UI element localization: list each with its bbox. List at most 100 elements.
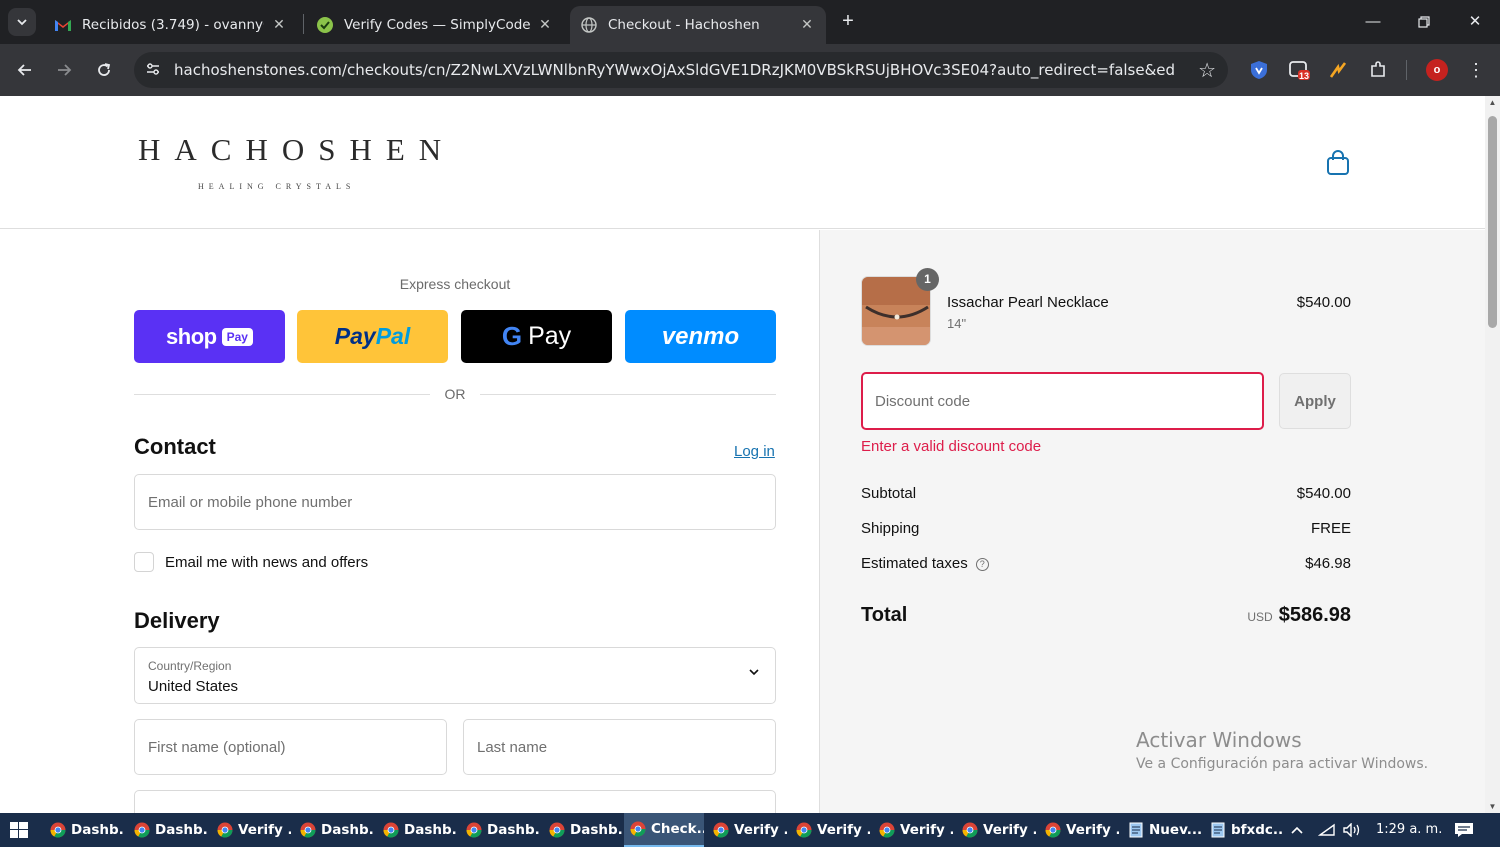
address-bar[interactable]: hachoshenstones.com/checkouts/cn/Z2NwLXV…: [134, 52, 1228, 88]
taskbar-item[interactable]: Dashb...: [460, 813, 540, 847]
taxes-value: $46.98: [1305, 555, 1351, 572]
site-header: HACHOSHEN HEALING CRYSTALS: [0, 96, 1485, 229]
or-divider: OR: [134, 385, 776, 405]
puzzle-extensions-icon[interactable]: [1366, 58, 1390, 82]
shield-extension-icon[interactable]: [1247, 58, 1271, 82]
taskbar-item-label: Nuev...: [1149, 822, 1202, 838]
first-name-field[interactable]: First name (optional): [134, 719, 447, 775]
total-label: Total: [861, 604, 908, 626]
paypal-button[interactable]: PayPal: [297, 310, 448, 363]
country-value: United States: [148, 678, 239, 695]
watermark-title: Activar Windows: [1136, 728, 1302, 752]
email-placeholder: Email or mobile phone number: [148, 494, 353, 511]
chrome-icon: [1045, 822, 1061, 838]
total-value: $586.98: [1278, 604, 1351, 626]
taskbar-item[interactable]: Dashb...: [294, 813, 374, 847]
new-tab-button[interactable]: +: [836, 10, 860, 34]
taskbar-item[interactable]: bfxdc...: [1204, 813, 1284, 847]
taskbar-item[interactable]: Verify ...: [790, 813, 870, 847]
close-icon[interactable]: ✕: [536, 17, 554, 33]
tab-search-button[interactable]: [8, 8, 36, 36]
reload-button[interactable]: [90, 56, 118, 84]
clock[interactable]: 1:29 a. m.: [1376, 813, 1442, 847]
taskbar-item-label: Dashb...: [71, 822, 124, 838]
shop-pay-logo: shop: [166, 323, 217, 349]
taskbar-item-label: Verify ...: [238, 822, 291, 838]
shipping-row: Shipping FREE: [861, 520, 1351, 537]
discount-placeholder: Discount code: [875, 393, 971, 410]
taskbar-item[interactable]: Dashb...: [44, 813, 124, 847]
checkout-page: HACHOSHEN HEALING CRYSTALS Express check…: [0, 96, 1485, 813]
scroll-down-arrow[interactable]: ▼: [1488, 802, 1497, 811]
shop-pay-button[interactable]: shop Pay: [134, 310, 285, 363]
extension-badge-icon[interactable]: 13: [1287, 58, 1311, 82]
taskbar-item[interactable]: Dashb...: [377, 813, 457, 847]
notifications-icon[interactable]: [1454, 813, 1474, 847]
volume-icon[interactable]: [1342, 813, 1362, 847]
country-select[interactable]: Country/Region United States: [134, 647, 776, 704]
question-help-icon[interactable]: ?: [975, 558, 989, 571]
close-icon[interactable]: ✕: [798, 17, 816, 33]
taskbar-item-label: Verify ...: [734, 822, 787, 838]
taskbar-item[interactable]: Verify ...: [1039, 813, 1119, 847]
tray-overflow-icon[interactable]: [1290, 813, 1304, 847]
close-window-button[interactable]: ✕: [1460, 8, 1490, 36]
country-label: Country/Region: [148, 659, 232, 673]
minimize-button[interactable]: —: [1358, 8, 1388, 36]
address-field[interactable]: [134, 790, 776, 813]
windows-taskbar: Dashb... Dashb... Verify ... Dashb... Dashb.…: [0, 813, 1500, 847]
profile-avatar[interactable]: o: [1425, 58, 1449, 82]
site-logo[interactable]: HACHOSHEN: [138, 132, 455, 168]
bolt-extension-icon[interactable]: [1326, 58, 1350, 82]
toolbar-divider: [1406, 60, 1407, 80]
chevron-down-icon: [17, 19, 27, 26]
chrome-icon: [134, 822, 150, 838]
first-name-placeholder: First name (optional): [148, 739, 286, 756]
chrome-icon: [300, 822, 316, 838]
taskbar-item[interactable]: Check...: [624, 813, 704, 847]
taskbar-item[interactable]: Dashb...: [128, 813, 208, 847]
login-link[interactable]: Log in: [734, 443, 775, 460]
scroll-up-arrow[interactable]: ▲: [1488, 98, 1497, 107]
email-field[interactable]: Email or mobile phone number: [134, 474, 776, 530]
page-scrollbar[interactable]: ▲ ▼: [1485, 96, 1500, 813]
shop-pay-badge: Pay: [221, 327, 253, 346]
taskbar-item-label: Dashb...: [321, 822, 374, 838]
taskbar-item[interactable]: Verify ...: [873, 813, 953, 847]
site-info-icon[interactable]: [144, 61, 162, 79]
more-menu-icon[interactable]: ⋮: [1464, 58, 1488, 82]
tab-gmail[interactable]: Recibidos (3.749) - ovanny0613 ✕: [44, 6, 298, 44]
apply-discount-button[interactable]: Apply: [1279, 373, 1351, 429]
taskbar-item[interactable]: Verify ...: [707, 813, 787, 847]
last-name-field[interactable]: Last name: [463, 719, 776, 775]
taskbar-item[interactable]: Nuev...: [1122, 813, 1202, 847]
shopping-bag-icon[interactable]: [1326, 150, 1350, 176]
scrollbar-thumb[interactable]: [1488, 116, 1497, 328]
newsletter-checkbox[interactable]: [134, 552, 154, 572]
order-summary: 1 Issachar Pearl Necklace 14" $540.00 Di…: [819, 230, 1485, 813]
chrome-icon: [796, 822, 812, 838]
close-icon[interactable]: ✕: [270, 17, 288, 33]
windows-start-icon[interactable]: [10, 822, 28, 838]
back-button[interactable]: [11, 56, 39, 84]
taxes-row: Estimated taxes? $46.98: [861, 555, 1351, 572]
windows-activation-watermark: Activar Windows Ve a Configuración para …: [1136, 728, 1428, 772]
google-pay-button[interactable]: G Pay: [461, 310, 612, 363]
restore-button[interactable]: [1409, 8, 1439, 36]
discount-code-input[interactable]: Discount code: [861, 372, 1264, 430]
network-icon[interactable]: [1317, 813, 1336, 847]
tab-simplycodes[interactable]: Verify Codes — SimplyCodes ✕: [306, 6, 564, 44]
subtotal-value: $540.00: [1296, 485, 1351, 502]
taskbar-item-label: Dashb...: [570, 822, 623, 838]
taskbar-item-label: Check...: [651, 821, 704, 837]
taskbar-item[interactable]: Verify ...: [211, 813, 291, 847]
tab-checkout[interactable]: Checkout - Hachoshen ✕: [570, 6, 826, 44]
taskbar-item[interactable]: Verify ...: [956, 813, 1036, 847]
discount-error-message: Enter a valid discount code: [861, 438, 1042, 455]
chrome-icon: [549, 822, 565, 838]
venmo-button[interactable]: venmo: [625, 310, 776, 363]
forward-button[interactable]: [50, 56, 78, 84]
bookmark-star-icon[interactable]: ☆: [1198, 58, 1216, 83]
chrome-icon: [713, 822, 729, 838]
taskbar-item[interactable]: Dashb...: [543, 813, 623, 847]
